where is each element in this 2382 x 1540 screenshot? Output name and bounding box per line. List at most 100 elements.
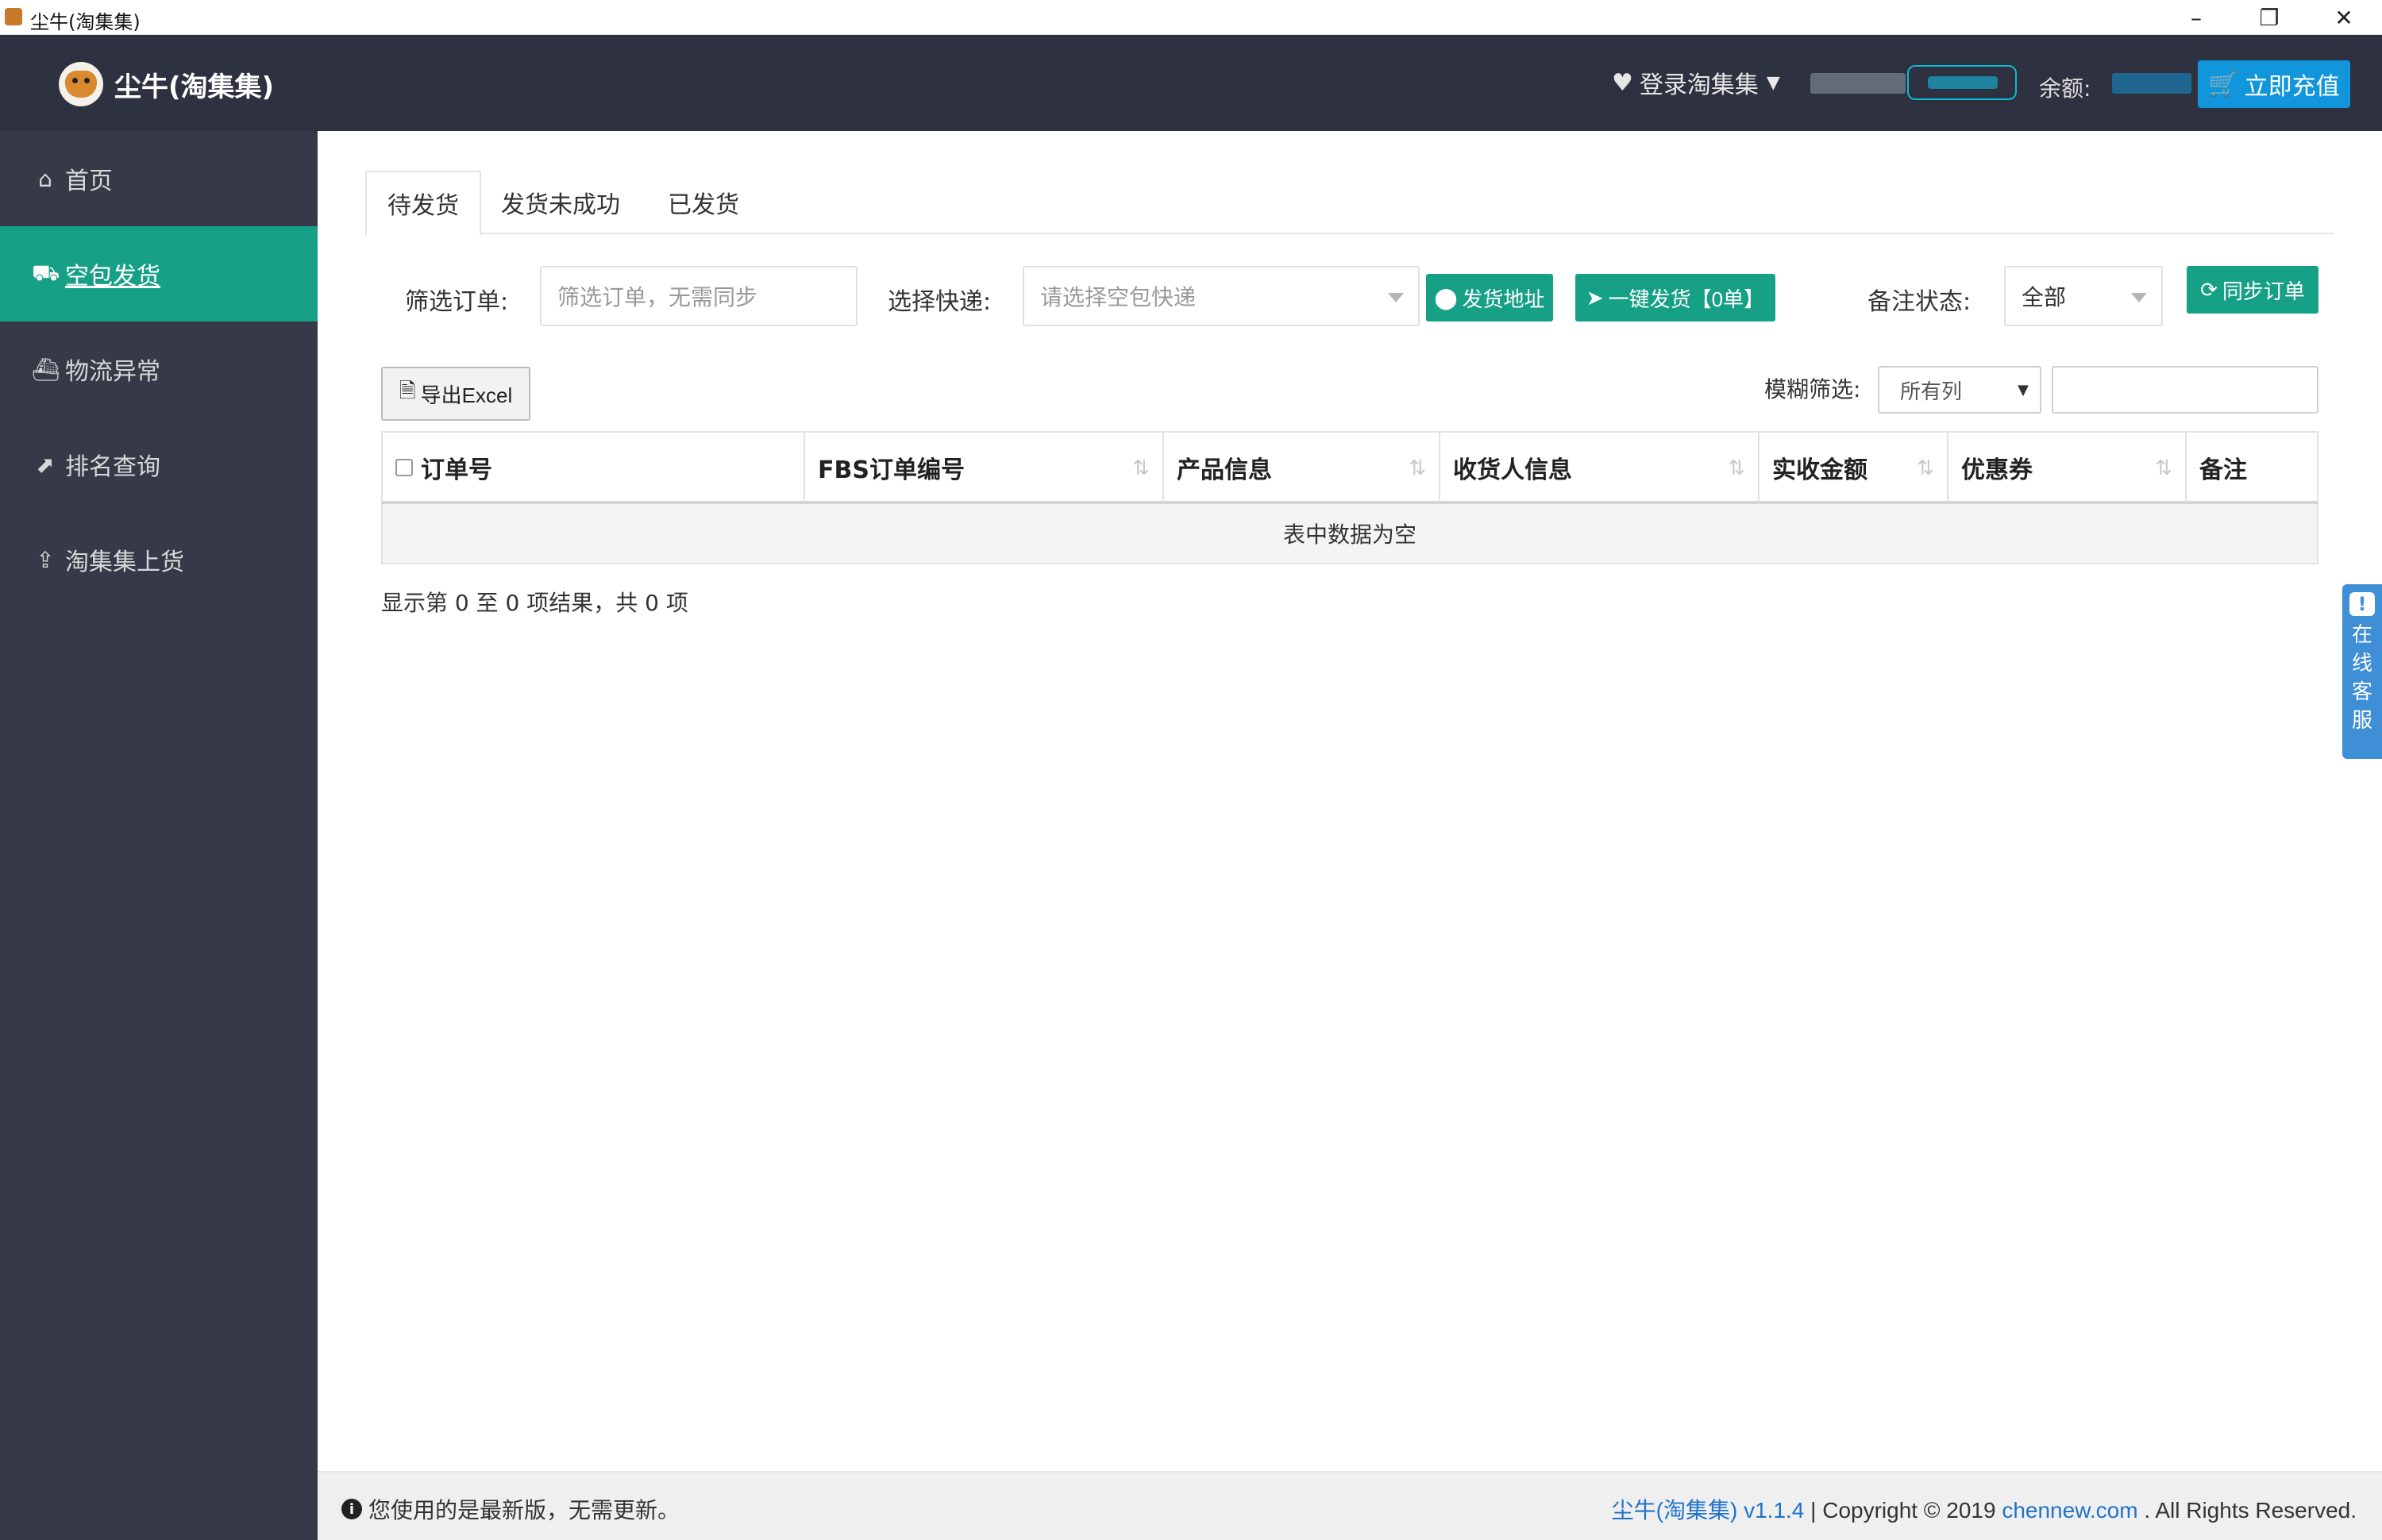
refresh-icon: ⟳	[2200, 277, 2218, 302]
column-label: FBS订单编号	[818, 456, 965, 484]
brand: 尘牛(淘集集)	[59, 62, 274, 106]
chart-icon: ⬈	[36, 451, 55, 478]
info-icon: i	[341, 1499, 362, 1519]
close-button[interactable]: ✕	[2307, 0, 2380, 35]
sidebar-item-label: 排名查询	[65, 453, 160, 481]
sidebar-item-empty-package-shipping[interactable]: ⛟ 空包发货	[0, 226, 318, 321]
remark-status-label: 备注状态:	[1867, 288, 1972, 316]
sidebar-item-taojiji-upload[interactable]: ⇪ 淘集集上货	[0, 512, 318, 607]
select-all-checkbox[interactable]	[395, 459, 413, 476]
online-service-tab[interactable]: ! 在 线 客 服	[2342, 584, 2382, 759]
sidebar-item-label: 物流异常	[65, 358, 160, 386]
column-product-info[interactable]: 产品信息 ⇅	[1164, 433, 1440, 502]
tab-shipped[interactable]: 已发货	[640, 171, 767, 234]
recharge-button[interactable]: 🛒 立即充值	[2198, 60, 2350, 108]
chevron-down-icon	[1388, 293, 1404, 302]
column-fbs-order-number[interactable]: FBS订单编号 ⇅	[805, 433, 1164, 502]
one-click-ship-button[interactable]: ➤ 一键发货【0单】	[1575, 274, 1775, 321]
sidebar-item-home[interactable]: ⌂ 首页	[0, 131, 318, 226]
sync-orders-label: 同步订单	[2222, 279, 2305, 303]
rights-text: . All Rights Reserved.	[2137, 1498, 2357, 1523]
sort-icon: ⇅	[2155, 456, 2172, 480]
online-service-char: 在	[2351, 623, 2372, 647]
login-menu[interactable]: ♥ 登录淘集集 ▼	[1612, 65, 1780, 100]
export-excel-label: 导出Excel	[420, 383, 513, 407]
sidebar-item-label: 空包发货	[65, 263, 160, 291]
ship-icon: ⛴	[32, 356, 60, 383]
online-service-char: 服	[2351, 709, 2372, 733]
redacted-username	[1810, 73, 1906, 94]
sort-icon: ⇅	[1132, 456, 1150, 480]
update-message: 您使用的是最新版，无需更新。	[368, 1497, 680, 1523]
chat-bubble-icon: !	[2349, 592, 2375, 616]
fuzzy-filter-input[interactable]	[2052, 366, 2318, 414]
update-status: i 您使用的是最新版，无需更新。	[341, 1493, 680, 1525]
minimize-button[interactable]: –	[2160, 0, 2233, 35]
app-header: 尘牛(淘集集) ♥ 登录淘集集 ▼ 余额: 🛒 立即充值	[0, 35, 2382, 131]
sidebar-item-label: 首页	[65, 167, 113, 195]
fuzzy-column-select[interactable]: 所有列 ▼	[1878, 366, 2041, 414]
column-label: 订单号	[421, 456, 492, 484]
chevron-down-icon	[2131, 293, 2147, 302]
tab-bar: 待发货 发货未成功 已发货	[365, 171, 2334, 236]
sidebar: ⌂ 首页 ⛟ 空包发货 ⛴ 物流异常 ⬈ 排名查询 ⇪ 淘集集上货	[0, 131, 318, 1540]
column-label: 收货人信息	[1453, 456, 1572, 484]
column-label: 优惠券	[1961, 456, 2033, 484]
orders-table: 订单号 FBS订单编号 ⇅ 产品信息 ⇅ 收货人信息 ⇅ 实收金额 ⇅ 优惠券 …	[381, 431, 2318, 564]
express-placeholder: 请选择空包快递	[1040, 284, 1197, 310]
tab-pending-shipment[interactable]: 待发货	[365, 171, 481, 236]
shipping-address-button[interactable]: ⬤ 发货地址	[1426, 274, 1553, 321]
one-click-ship-label: 一键发货【0单】	[1608, 287, 1765, 311]
express-label: 选择快递:	[888, 288, 992, 316]
fuzzy-filter-label: 模糊筛选:	[1764, 376, 1861, 402]
login-menu-label: 登录淘集集	[1639, 71, 1759, 99]
member-badge[interactable]	[1907, 65, 2017, 100]
online-service-char: 客	[2351, 680, 2372, 704]
column-label: 实收金额	[1772, 456, 1867, 484]
brand-name: 尘牛(淘集集)	[114, 71, 275, 103]
tab-shipment-failed[interactable]: 发货未成功	[481, 171, 640, 234]
column-remark[interactable]: 备注	[2187, 433, 2317, 502]
column-label: 产品信息	[1177, 456, 1272, 484]
column-coupon[interactable]: 优惠券 ⇅	[1948, 433, 2187, 502]
redacted-balance	[2112, 73, 2191, 94]
main-content: 待发货 发货未成功 已发货 筛选订单: 筛选订单，无需同步 选择快递: 请选择空…	[318, 131, 2382, 1471]
online-service-char: 线	[2351, 652, 2372, 676]
footer: i 您使用的是最新版，无需更新。 尘牛(淘集集) v1.1.4 | Copyri…	[318, 1471, 2382, 1540]
copyright: 尘牛(淘集集) v1.1.4 | Copyright © 2019 chenne…	[1612, 1493, 2357, 1525]
copyright-text: | Copyright © 2019	[1804, 1498, 2002, 1523]
map-marker-icon: ⬤	[1434, 285, 1458, 310]
shipping-address-label: 发货地址	[1462, 287, 1545, 311]
express-select[interactable]: 请选择空包快递	[1023, 266, 1420, 326]
sidebar-item-ranking-query[interactable]: ⬈ 排名查询	[0, 417, 318, 512]
app-icon	[5, 8, 22, 25]
table-header: 订单号 FBS订单编号 ⇅ 产品信息 ⇅ 收货人信息 ⇅ 实收金额 ⇅ 优惠券 …	[381, 431, 2318, 504]
export-excel-button[interactable]: 🗎 导出Excel	[381, 367, 530, 421]
order-filter-input[interactable]: 筛选订单，无需同步	[540, 266, 858, 326]
cart-icon: 🛒	[2208, 71, 2238, 98]
column-label: 备注	[2199, 456, 2247, 484]
remark-status-value: 全部	[2022, 284, 2067, 310]
balance-label: 余额:	[2039, 75, 2091, 102]
column-recipient-info[interactable]: 收货人信息 ⇅	[1440, 433, 1760, 502]
table-empty-row: 表中数据为空	[381, 504, 2318, 564]
file-icon: 🗎	[399, 379, 416, 402]
column-amount-received[interactable]: 实收金额 ⇅	[1760, 433, 1948, 502]
website-link[interactable]: chennew.com	[2002, 1498, 2137, 1523]
product-version-link[interactable]: 尘牛(淘集集) v1.1.4	[1612, 1498, 1805, 1523]
window-titlebar: 尘牛(淘集集) – ❐ ✕	[0, 0, 2382, 35]
home-icon: ⌂	[38, 165, 52, 192]
order-filter-placeholder: 筛选订单，无需同步	[557, 284, 758, 310]
caret-down-icon: ▼	[1766, 72, 1780, 93]
cow-logo-icon	[59, 62, 103, 106]
sync-orders-button[interactable]: ⟳ 同步订单	[2187, 266, 2318, 314]
sidebar-item-label: 淘集集上货	[65, 549, 184, 576]
window-title: 尘牛(淘集集)	[30, 11, 141, 33]
maximize-button[interactable]: ❐	[2233, 0, 2306, 35]
paper-plane-icon: ➤	[1586, 285, 1604, 310]
column-order-number[interactable]: 订单号	[383, 433, 805, 502]
sidebar-item-logistics-exception[interactable]: ⛴ 物流异常	[0, 321, 318, 417]
sort-icon: ⇅	[1917, 456, 1934, 480]
remark-status-select[interactable]: 全部	[2004, 266, 2163, 326]
caret-down-icon: ▼	[2018, 382, 2029, 398]
